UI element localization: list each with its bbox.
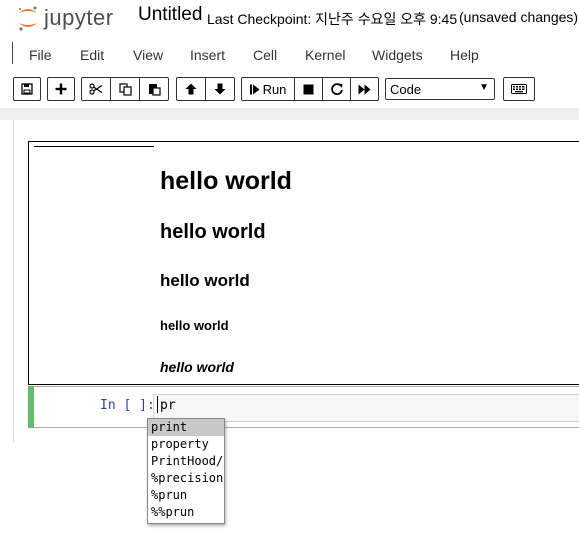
toolbar-group-run: Run <box>241 77 379 101</box>
save-icon <box>21 83 33 95</box>
run-button[interactable]: Run <box>241 77 295 101</box>
insert-cell-button[interactable] <box>47 77 75 101</box>
cell-type-value: Code <box>390 82 422 97</box>
menu-file[interactable]: File <box>29 47 52 63</box>
menu-edit[interactable]: Edit <box>80 47 104 63</box>
toolbar-group-move <box>176 77 235 101</box>
stop-icon <box>303 84 314 94</box>
heading-5: hello world <box>160 359 234 375</box>
heading-4: hello world <box>160 318 229 333</box>
autocomplete-option[interactable]: %precision <box>148 470 224 487</box>
autocomplete-option[interactable]: PrintHood/ <box>148 453 224 470</box>
cut-icon <box>89 83 103 95</box>
fast-forward-icon <box>358 84 371 94</box>
menu-insert[interactable]: Insert <box>190 47 225 63</box>
arrow-up-icon <box>185 83 197 95</box>
heading-1: hello world <box>160 167 292 195</box>
autocomplete-option[interactable]: %%prun <box>148 504 224 521</box>
header-shadow <box>0 108 579 120</box>
jupyter-logo-icon <box>19 6 37 31</box>
toolbar-group-insert <box>47 77 75 101</box>
paste-button[interactable] <box>139 77 169 101</box>
edit-mode-indicator <box>28 386 34 428</box>
code-input-text: pr <box>160 398 176 413</box>
menu-cell[interactable]: Cell <box>253 47 277 63</box>
autocomplete-option[interactable]: property <box>148 436 224 453</box>
move-down-button[interactable] <box>205 77 235 101</box>
menubar-divider <box>12 42 13 64</box>
notebook-name[interactable]: Untitled <box>138 4 202 26</box>
checkpoint-status: Last Checkpoint: 지난주 수요일 오후 9:45 <box>207 11 458 27</box>
menu-help[interactable]: Help <box>450 47 479 63</box>
copy-icon <box>118 82 132 96</box>
toolbar-group-commands <box>503 77 535 101</box>
markdown-cell[interactable] <box>28 141 579 385</box>
command-palette-button[interactable] <box>503 77 535 101</box>
logo-text: jupyter <box>44 5 114 30</box>
autosave-status: (unsaved changes) <box>459 9 579 25</box>
restart-button[interactable] <box>322 77 351 101</box>
menu-kernel[interactable]: Kernel <box>305 47 345 63</box>
copy-button[interactable] <box>110 77 140 101</box>
jupyter-logo[interactable]: jupyter <box>16 3 126 31</box>
cut-button[interactable] <box>81 77 111 101</box>
keyboard-icon <box>511 84 527 94</box>
autocomplete-option[interactable]: print <box>148 419 224 436</box>
autocomplete-option[interactable]: %prun <box>148 487 224 504</box>
arrow-down-icon <box>214 83 226 95</box>
menu-view[interactable]: View <box>133 47 163 63</box>
cell-type-select[interactable]: Code ▼ <box>385 78 495 100</box>
toolbar-group-save <box>13 77 41 101</box>
input-prompt: In [ ]: <box>100 398 155 413</box>
heading-3: hello world <box>160 271 250 290</box>
move-up-button[interactable] <box>176 77 206 101</box>
autocomplete-dropdown[interactable]: print property PrintHood/%precision %prun%%… <box>147 418 225 524</box>
run-label: Run <box>262 81 287 97</box>
save-button[interactable] <box>13 77 41 101</box>
horizontal-rule <box>34 146 154 147</box>
plus-icon <box>55 83 67 95</box>
menu-widgets[interactable]: Widgets <box>372 47 423 63</box>
chevron-down-icon: ▼ <box>479 82 489 93</box>
heading-2: hello world <box>160 221 266 243</box>
toolbar-group-edit <box>81 77 169 101</box>
paste-icon <box>148 83 161 96</box>
run-all-button[interactable] <box>350 77 379 101</box>
text-cursor <box>157 396 158 413</box>
step-icon <box>249 84 260 94</box>
interrupt-button[interactable] <box>294 77 323 101</box>
restart-icon <box>330 83 343 95</box>
